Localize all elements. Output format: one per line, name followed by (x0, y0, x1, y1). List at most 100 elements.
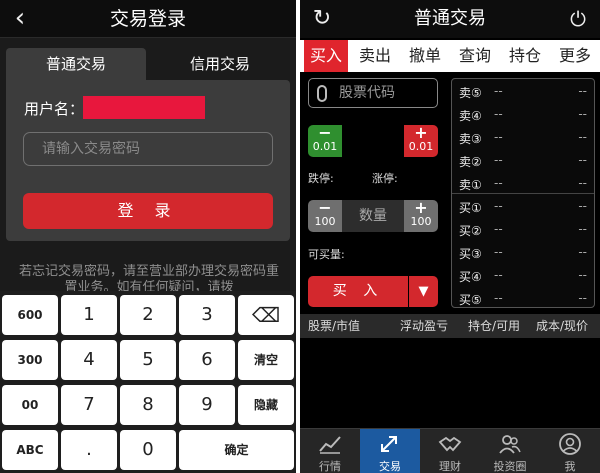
buy-button[interactable]: 买 入 (308, 276, 408, 307)
power-icon[interactable]: ⏻ (566, 6, 590, 32)
login-header: 交易登录 ‹ (0, 0, 296, 38)
login-button[interactable]: 登 录 (23, 193, 273, 229)
nav-item-1[interactable]: 行情 (300, 429, 360, 473)
keyboard-key[interactable]: 0 (120, 430, 176, 470)
column-stock-value: 股票/市值 (308, 319, 361, 333)
nav-item-label: 我 (564, 460, 576, 473)
quantity-stepper: − 100 数量 + 100 (308, 198, 438, 232)
order-book-row[interactable]: 卖④ -- -- (452, 104, 594, 127)
keyboard-key[interactable]: 4 (61, 340, 117, 380)
keyboard-key[interactable]: 300 (2, 340, 58, 380)
order-book: 卖⑤ -- -- 卖④ -- -- 卖③ -- -- 卖② -- -- 卖① -- -- 买① -- -- 买② --… (451, 78, 595, 308)
tab-sell[interactable]: 卖出 (352, 40, 398, 72)
order-book-level: 卖④ (459, 109, 482, 123)
order-book-row[interactable]: 卖③ -- -- (452, 127, 594, 150)
bottom-navigation: 行情 交易 理财 投资圈 我 (300, 428, 600, 473)
username-field[interactable] (83, 96, 205, 119)
price-decrease-button[interactable]: − 0.01 (308, 123, 342, 157)
order-book-volume: -- (578, 84, 587, 98)
price-input[interactable] (342, 125, 404, 157)
order-book-row[interactable]: 卖② -- -- (452, 150, 594, 173)
tab-more[interactable]: 更多 (552, 40, 598, 72)
order-book-level: 买③ (459, 247, 482, 261)
nav-item-label: 投资圈 (493, 460, 527, 473)
keyboard-key[interactable]: 隐藏 (238, 385, 294, 425)
keyboard-key[interactable]: ABC (2, 430, 58, 470)
microphone-icon[interactable] (317, 85, 327, 102)
tab-query[interactable]: 查询 (452, 40, 498, 72)
order-book-volume: -- (578, 107, 587, 121)
backspace-icon[interactable]: ⌫ (238, 295, 294, 335)
order-book-row[interactable]: 买① -- -- (452, 196, 594, 219)
keyboard-key[interactable]: 1 (61, 295, 117, 335)
nav-item-3[interactable]: 理财 (420, 429, 480, 473)
password-field[interactable]: 请输入交易密码 (23, 132, 273, 166)
price-increase-button[interactable]: + 0.01 (404, 123, 438, 157)
tab-cancel-order[interactable]: 撤单 (402, 40, 448, 72)
keyboard-key[interactable]: 8 (120, 385, 176, 425)
order-book-level: 卖③ (459, 132, 482, 146)
order-book-price: -- (494, 130, 503, 144)
order-book-volume: -- (578, 199, 587, 213)
order-book-volume: -- (578, 222, 587, 236)
trade-title: 普通交易 (414, 8, 486, 29)
trade-screen: 普通交易 ↻ ⏻ 买入 卖出 撤单 查询 持仓 更多 股票代码 − 0.01 +… (300, 0, 600, 473)
order-book-row[interactable]: 卖① -- -- (452, 173, 594, 196)
order-book-volume: -- (578, 291, 587, 305)
people-icon (498, 433, 522, 455)
order-book-row[interactable]: 买④ -- -- (452, 265, 594, 288)
order-book-row[interactable]: 买③ -- -- (452, 242, 594, 265)
nav-item-2[interactable]: 交易 (360, 429, 420, 473)
order-book-price: -- (494, 176, 503, 190)
limit-down-label: 跌停: (308, 172, 334, 185)
order-book-price: -- (494, 84, 503, 98)
quantity-decrease-button[interactable]: − 100 (308, 198, 342, 232)
keyboard-key[interactable]: 7 (61, 385, 117, 425)
user-icon (558, 433, 582, 455)
tab-normal-trade[interactable]: 普通交易 (6, 48, 146, 80)
stock-code-input[interactable]: 股票代码 (308, 78, 438, 108)
order-book-price: -- (494, 268, 503, 282)
keyboard-key[interactable]: 00 (2, 385, 58, 425)
order-book-volume: -- (578, 268, 587, 282)
nav-item-label: 理财 (439, 460, 461, 473)
keyboard-key[interactable]: 确定 (179, 430, 294, 470)
handshake-icon (438, 433, 462, 455)
trade-header: 普通交易 ↻ ⏻ (300, 0, 600, 38)
keyboard-key[interactable]: 清空 (238, 340, 294, 380)
holdings-table-header: 股票/市值 浮动盈亏 持仓/可用 成本/现价 (300, 314, 600, 338)
order-book-row[interactable]: 卖⑤ -- -- (452, 81, 594, 104)
order-book-volume: -- (578, 176, 587, 190)
order-book-level: 买④ (459, 270, 482, 284)
refresh-icon[interactable]: ↻ (310, 6, 334, 32)
order-book-row[interactable]: 买② -- -- (452, 219, 594, 242)
keyboard-key[interactable]: 5 (120, 340, 176, 380)
tab-holdings[interactable]: 持仓 (502, 40, 548, 72)
chevron-down-icon[interactable]: ▼ (409, 276, 438, 307)
order-book-level: 买① (459, 201, 482, 215)
quantity-increase-button[interactable]: + 100 (404, 198, 438, 232)
order-book-row[interactable]: 买⑤ -- -- (452, 288, 594, 311)
nav-item-label: 行情 (319, 460, 341, 473)
tab-credit-trade[interactable]: 信用交易 (150, 48, 290, 80)
order-book-level: 卖① (459, 178, 482, 192)
nav-item-5[interactable]: 我 (540, 429, 600, 473)
forgot-password-hint: 若忘记交易密码，请至营业部办理交易密码重置业务。如有任何疑问，请拨 (18, 264, 279, 292)
keyboard-key[interactable]: 2 (120, 295, 176, 335)
order-book-volume: -- (578, 130, 587, 144)
order-book-price: -- (494, 222, 503, 236)
price-stepper: − 0.01 + 0.01 (308, 123, 438, 157)
keyboard-key[interactable]: 6 (179, 340, 235, 380)
keyboard-key[interactable]: . (61, 430, 117, 470)
keyboard-key[interactable]: 3 (179, 295, 235, 335)
nav-item-4[interactable]: 投资圈 (480, 429, 540, 473)
login-title: 交易登录 (109, 8, 186, 30)
order-book-price: -- (494, 245, 503, 259)
limit-up-label: 涨停: (372, 172, 398, 185)
back-icon[interactable]: ‹ (8, 3, 32, 33)
tab-buy[interactable]: 买入 (304, 40, 348, 72)
keyboard-key[interactable]: 600 (2, 295, 58, 335)
keyboard-key[interactable]: 9 (179, 385, 235, 425)
quantity-input[interactable]: 数量 (342, 200, 404, 232)
buyable-quantity-label: 可买量: (308, 248, 345, 261)
